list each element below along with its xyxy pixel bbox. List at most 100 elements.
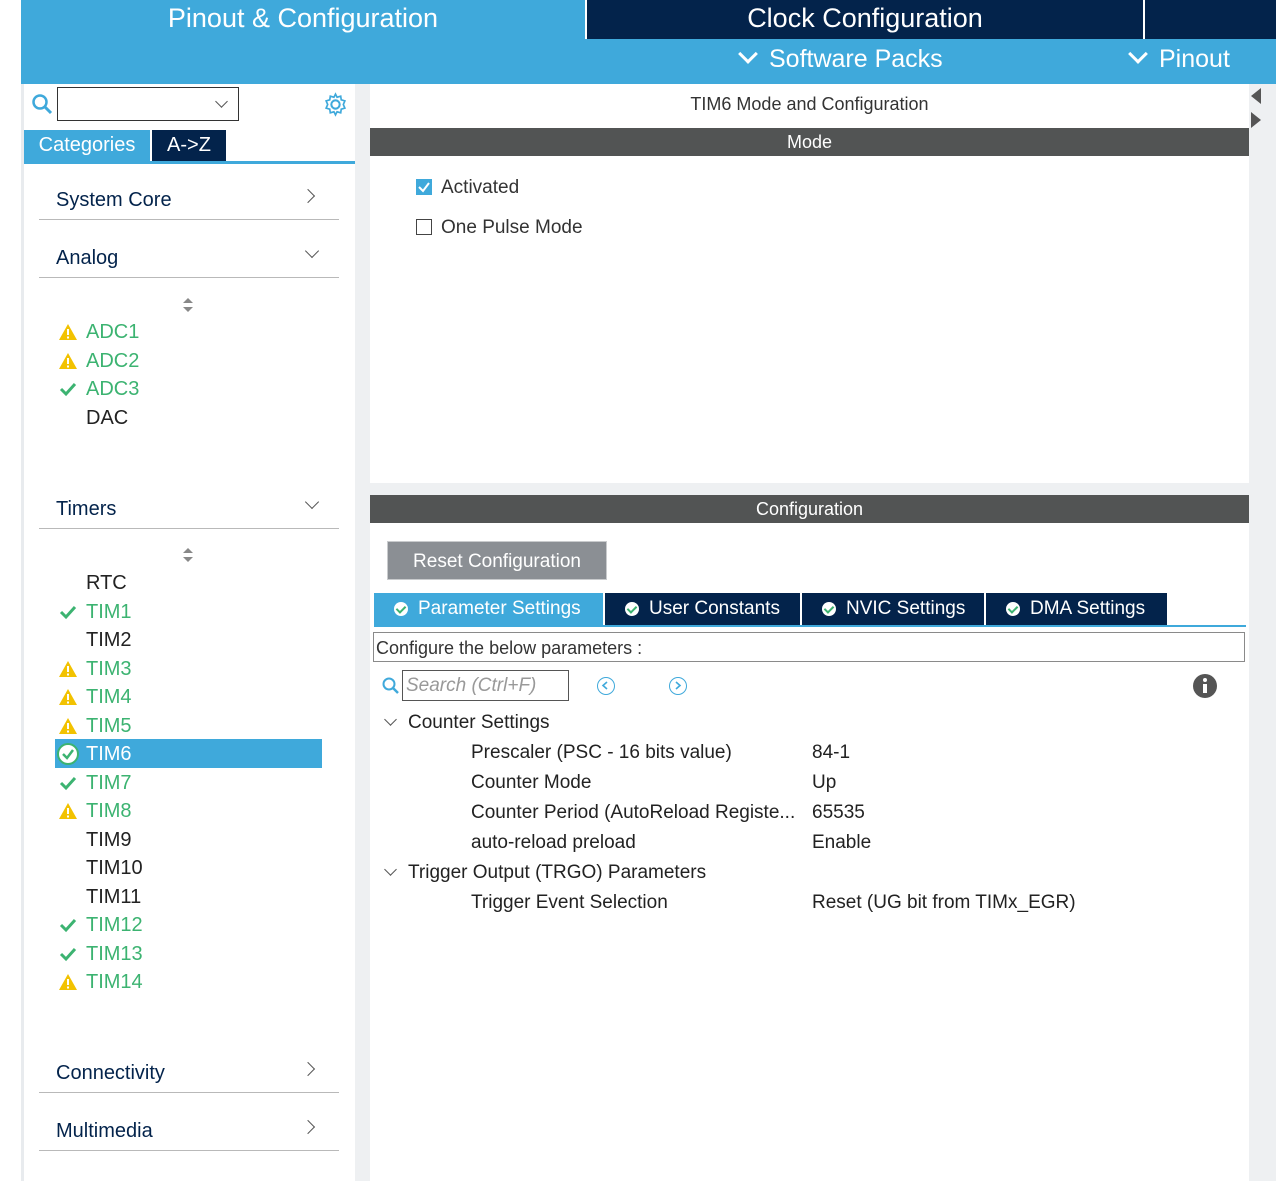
collapse-arrows-icon[interactable]	[1251, 88, 1261, 132]
chevron-right-icon	[300, 1061, 316, 1077]
param-name: Counter Period (AutoReload Registe...	[471, 802, 796, 823]
section-label: Timers	[56, 498, 117, 520]
tab-label: Parameter Settings	[418, 598, 581, 619]
param-value[interactable]: Enable	[812, 832, 871, 854]
section-label: Analog	[56, 247, 119, 269]
section-system-core[interactable]: System Core	[39, 185, 339, 220]
check-circle-icon	[1006, 602, 1020, 616]
param-value[interactable]: Up	[812, 772, 836, 794]
next-match-button[interactable]	[669, 677, 687, 695]
tabs-underline	[374, 625, 1246, 627]
param-value[interactable]: 65535	[812, 802, 865, 824]
list-item-dac[interactable]: DAC	[86, 404, 128, 432]
param-value[interactable]: Reset (UG bit from TIMx_EGR)	[812, 892, 1076, 914]
warning-icon	[58, 659, 78, 679]
search-combo[interactable]	[57, 87, 239, 121]
activated-label: Activated	[441, 177, 520, 198]
param-name: auto-reload preload	[471, 832, 636, 853]
chevron-down-icon	[738, 44, 758, 64]
section-splitter[interactable]	[370, 483, 1249, 495]
check-circle-icon	[56, 742, 80, 766]
tab-parameter-settings[interactable]: Parameter Settings	[374, 593, 603, 625]
one-pulse-mode-checkbox[interactable]	[416, 219, 432, 235]
warning-icon	[58, 716, 78, 736]
list-item-tim8[interactable]: TIM8	[86, 797, 132, 825]
section-label: System Core	[56, 189, 172, 211]
param-name: Trigger Event Selection	[471, 892, 668, 913]
list-item-rtc[interactable]: RTC	[86, 569, 127, 597]
tab-label: User Constants	[649, 598, 780, 619]
tab-nvic-settings[interactable]: NVIC Settings	[802, 593, 984, 625]
parameter-search-input[interactable]: Search (Ctrl+F)	[402, 670, 569, 701]
sort-icon[interactable]	[182, 297, 194, 313]
list-item-tim6[interactable]: TIM6	[86, 740, 132, 768]
pinout-menu[interactable]: Pinout	[1128, 44, 1230, 74]
panel-divider[interactable]	[355, 84, 370, 1181]
param-value[interactable]: 84-1	[812, 742, 850, 764]
configuration-header: Configuration	[370, 495, 1249, 523]
check-icon	[58, 944, 78, 964]
param-name: Counter Mode	[471, 772, 592, 793]
chevron-down-icon[interactable]	[215, 95, 228, 108]
param-name: Prescaler (PSC - 16 bits value)	[471, 742, 732, 763]
chevron-down-icon	[1128, 44, 1148, 64]
check-icon	[58, 602, 78, 622]
tab-pinout-configuration[interactable]: Pinout & Configuration	[21, 0, 585, 39]
sort-icon[interactable]	[182, 547, 194, 563]
section-connectivity[interactable]: Connectivity	[39, 1058, 339, 1093]
check-icon	[58, 379, 78, 399]
software-packs-label: Software Packs	[769, 45, 943, 73]
group-counter-settings[interactable]: Counter Settings	[408, 712, 550, 734]
gear-icon[interactable]	[323, 92, 348, 117]
one-pulse-mode-label: One Pulse Mode	[441, 217, 583, 238]
warning-icon	[58, 972, 78, 992]
list-item-tim7[interactable]: TIM7	[86, 769, 132, 797]
tab-user-constants[interactable]: User Constants	[605, 593, 800, 625]
list-item-adc2[interactable]: ADC2	[86, 347, 139, 375]
right-edge-bar	[1249, 84, 1276, 1181]
list-item-tim3[interactable]: TIM3	[86, 655, 132, 683]
group-trigger-output[interactable]: Trigger Output (TRGO) Parameters	[408, 862, 706, 884]
list-item-tim9[interactable]: TIM9	[86, 826, 132, 854]
chevron-right-icon	[300, 1119, 316, 1135]
chevron-down-icon	[304, 494, 320, 510]
tab-dma-settings[interactable]: DMA Settings	[986, 593, 1167, 625]
list-item-tim11[interactable]: TIM11	[86, 883, 141, 911]
list-item-adc3[interactable]: ADC3	[86, 375, 139, 403]
search-icon	[32, 94, 53, 115]
check-icon	[58, 915, 78, 935]
list-item-tim5[interactable]: TIM5	[86, 712, 132, 740]
list-item-tim10[interactable]: TIM10	[86, 854, 143, 882]
list-item-tim13[interactable]: TIM13	[86, 940, 143, 968]
section-multimedia[interactable]: Multimedia	[39, 1116, 339, 1151]
list-item-tim2[interactable]: TIM2	[86, 626, 132, 654]
tab-label: DMA Settings	[1030, 598, 1146, 619]
tab-underline	[24, 161, 355, 164]
section-timers[interactable]: Timers	[39, 494, 339, 529]
tab-extra[interactable]	[1145, 0, 1276, 39]
chevron-right-icon	[300, 188, 316, 204]
tab-a-z[interactable]: A->Z	[152, 130, 226, 161]
tab-clock-configuration[interactable]: Clock Configuration	[587, 0, 1143, 39]
search-icon	[382, 677, 399, 694]
list-item-tim4[interactable]: TIM4	[86, 683, 132, 711]
warning-icon	[58, 322, 78, 342]
list-item-tim12[interactable]: TIM12	[86, 911, 143, 939]
check-circle-icon	[394, 602, 408, 616]
list-item-tim1[interactable]: TIM1	[86, 598, 132, 626]
previous-match-button[interactable]	[597, 677, 615, 695]
tab-label: NVIC Settings	[846, 598, 966, 619]
reset-configuration-button[interactable]: Reset Configuration	[387, 541, 607, 580]
section-label: Connectivity	[56, 1062, 165, 1084]
page-title: TIM6 Mode and Configuration	[690, 94, 929, 114]
list-item-adc1[interactable]: ADC1	[86, 318, 139, 346]
software-packs-menu[interactable]: Software Packs	[738, 44, 943, 74]
activated-checkbox[interactable]	[416, 179, 432, 195]
check-circle-icon	[822, 602, 836, 616]
info-icon[interactable]	[1192, 673, 1218, 699]
section-analog[interactable]: Analog	[39, 243, 339, 278]
configure-hint: Configure the below parameters :	[373, 632, 1245, 662]
list-item-tim14[interactable]: TIM14	[86, 968, 143, 996]
tab-categories[interactable]: Categories	[24, 130, 150, 161]
warning-icon	[58, 801, 78, 821]
